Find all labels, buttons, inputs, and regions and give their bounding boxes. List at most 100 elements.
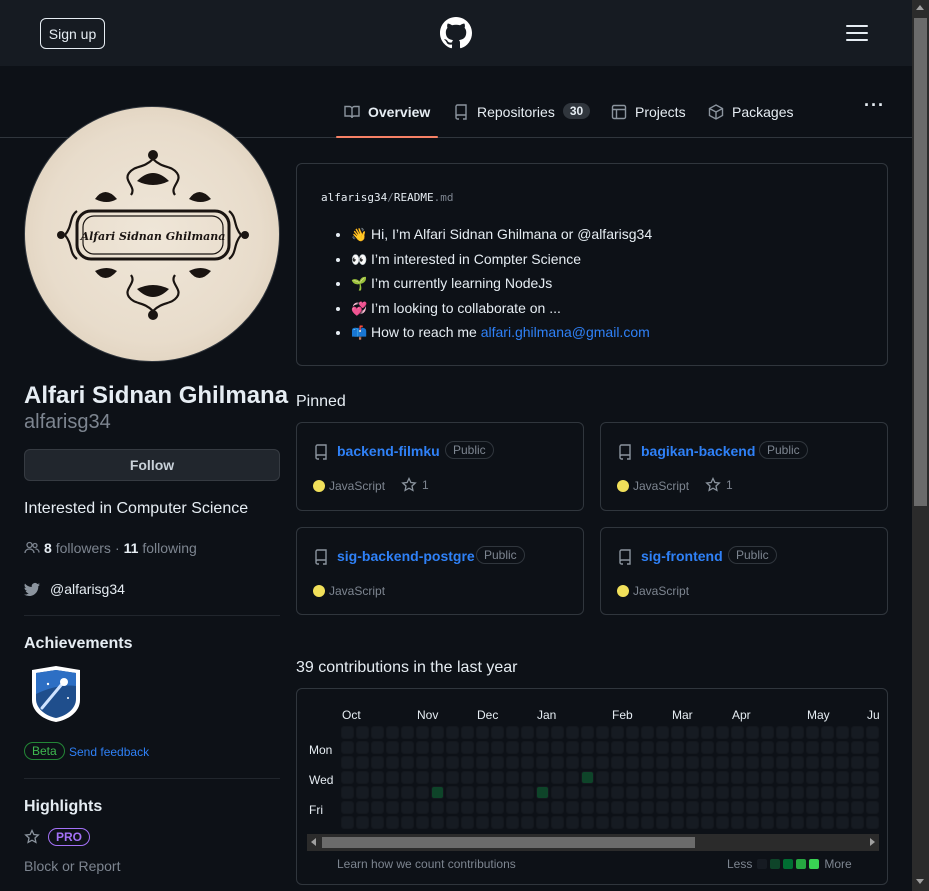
contribution-cell[interactable] [762, 772, 773, 783]
contribution-cell[interactable] [807, 757, 818, 768]
contribution-cell[interactable] [717, 757, 728, 768]
contribution-cell[interactable] [387, 727, 398, 738]
contribution-cell[interactable] [837, 817, 848, 828]
contribution-cell[interactable] [657, 742, 668, 753]
contribution-cell[interactable] [627, 772, 638, 783]
contribution-cell[interactable] [837, 742, 848, 753]
contribution-cell[interactable] [522, 772, 533, 783]
contribution-cell[interactable] [747, 742, 758, 753]
pinned-repo-name[interactable]: sig-backend-postgre [337, 548, 475, 564]
contribution-cell[interactable] [537, 727, 548, 738]
contribution-cell[interactable] [417, 727, 428, 738]
contribution-cell[interactable] [432, 802, 443, 813]
contribution-cell[interactable] [777, 787, 788, 798]
contribution-cell[interactable] [582, 787, 593, 798]
scroll-left-arrow-icon[interactable] [311, 838, 316, 846]
contribution-cell[interactable] [672, 802, 683, 813]
contribution-cell[interactable] [702, 802, 713, 813]
avatar[interactable]: Alfari Sidnan Ghilmana [24, 106, 280, 362]
pinned-repo-name[interactable]: sig-frontend [641, 548, 723, 564]
contribution-cell[interactable] [837, 802, 848, 813]
contribution-cell[interactable] [687, 772, 698, 783]
readme-owner-link[interactable]: alfarisg34 [321, 191, 387, 204]
contribution-cell[interactable] [357, 757, 368, 768]
contribution-cell[interactable] [477, 787, 488, 798]
contribution-cell[interactable] [867, 817, 878, 828]
contribution-cell[interactable] [747, 757, 758, 768]
contribution-cell[interactable] [612, 742, 623, 753]
repo-stars-link[interactable]: 1 [401, 477, 429, 493]
contribution-cell[interactable] [567, 727, 578, 738]
contribution-cell[interactable] [672, 757, 683, 768]
contribution-cell[interactable] [342, 772, 353, 783]
contribution-cell[interactable] [477, 772, 488, 783]
contribution-cell[interactable] [687, 802, 698, 813]
contribution-cell[interactable] [762, 727, 773, 738]
contribution-cell[interactable] [447, 772, 458, 783]
contribution-cell[interactable] [417, 802, 428, 813]
contribution-cell[interactable] [582, 817, 593, 828]
contribution-cell[interactable] [777, 772, 788, 783]
contribution-cell[interactable] [432, 742, 443, 753]
contribution-cell[interactable] [852, 787, 863, 798]
scroll-right-arrow-icon[interactable] [870, 838, 875, 846]
contribution-cell[interactable] [672, 817, 683, 828]
contribution-cell[interactable] [372, 727, 383, 738]
contribution-cell[interactable] [357, 787, 368, 798]
contribution-cell[interactable] [627, 787, 638, 798]
contribution-cell[interactable] [762, 787, 773, 798]
contribution-cell[interactable] [387, 772, 398, 783]
contribution-cell[interactable] [552, 742, 563, 753]
contribution-cell[interactable] [822, 727, 833, 738]
contribution-cell[interactable] [702, 757, 713, 768]
contribution-cell[interactable] [597, 787, 608, 798]
contribution-cell[interactable] [792, 727, 803, 738]
contribution-cell[interactable] [807, 727, 818, 738]
contribution-cell[interactable] [657, 802, 668, 813]
contribution-cell[interactable] [372, 772, 383, 783]
contribution-cell[interactable] [567, 802, 578, 813]
contribution-cell[interactable] [777, 817, 788, 828]
repo-stars-link[interactable]: 1 [705, 477, 733, 493]
contribution-cell[interactable] [597, 727, 608, 738]
contribution-cell[interactable] [567, 757, 578, 768]
contribution-cell[interactable] [627, 802, 638, 813]
contribution-cell[interactable] [507, 757, 518, 768]
contribution-cell[interactable] [567, 742, 578, 753]
contribution-cell[interactable] [582, 727, 593, 738]
contribution-cell[interactable] [342, 727, 353, 738]
contribution-cell[interactable] [792, 787, 803, 798]
contribution-cell[interactable] [687, 742, 698, 753]
contribution-cell[interactable] [507, 817, 518, 828]
contribution-cell[interactable] [867, 742, 878, 753]
contribution-cell[interactable] [537, 742, 548, 753]
contribution-cell[interactable] [492, 757, 503, 768]
contribution-cell[interactable] [717, 742, 728, 753]
contribution-cell[interactable] [642, 742, 653, 753]
contribution-cell[interactable] [342, 802, 353, 813]
contribution-cell[interactable] [372, 742, 383, 753]
contribution-cell[interactable] [447, 727, 458, 738]
contribution-cell[interactable] [372, 787, 383, 798]
contribution-cell[interactable] [342, 817, 353, 828]
contribution-cell[interactable] [447, 802, 458, 813]
contribution-cell[interactable] [582, 742, 593, 753]
contribution-cell[interactable] [867, 787, 878, 798]
contribution-cell[interactable] [612, 727, 623, 738]
email-link[interactable]: alfari.ghilmana@gmail.com [481, 324, 650, 340]
contribution-cell[interactable] [642, 727, 653, 738]
contribution-cell[interactable] [822, 787, 833, 798]
contribution-cell[interactable] [432, 817, 443, 828]
contribution-cell[interactable] [357, 772, 368, 783]
contribution-cell[interactable] [792, 817, 803, 828]
contribution-cell[interactable] [522, 802, 533, 813]
block-or-report-link[interactable]: Block or Report [24, 858, 120, 874]
contribution-cell[interactable] [672, 742, 683, 753]
pinned-repo-name[interactable]: backend-filmku [337, 443, 440, 459]
contribution-cell[interactable] [552, 787, 563, 798]
contribution-cell[interactable] [732, 817, 743, 828]
contribution-cell[interactable] [852, 727, 863, 738]
contribution-cell[interactable] [672, 727, 683, 738]
scroll-down-arrow-icon[interactable] [916, 879, 924, 884]
contribution-cell[interactable] [642, 757, 653, 768]
